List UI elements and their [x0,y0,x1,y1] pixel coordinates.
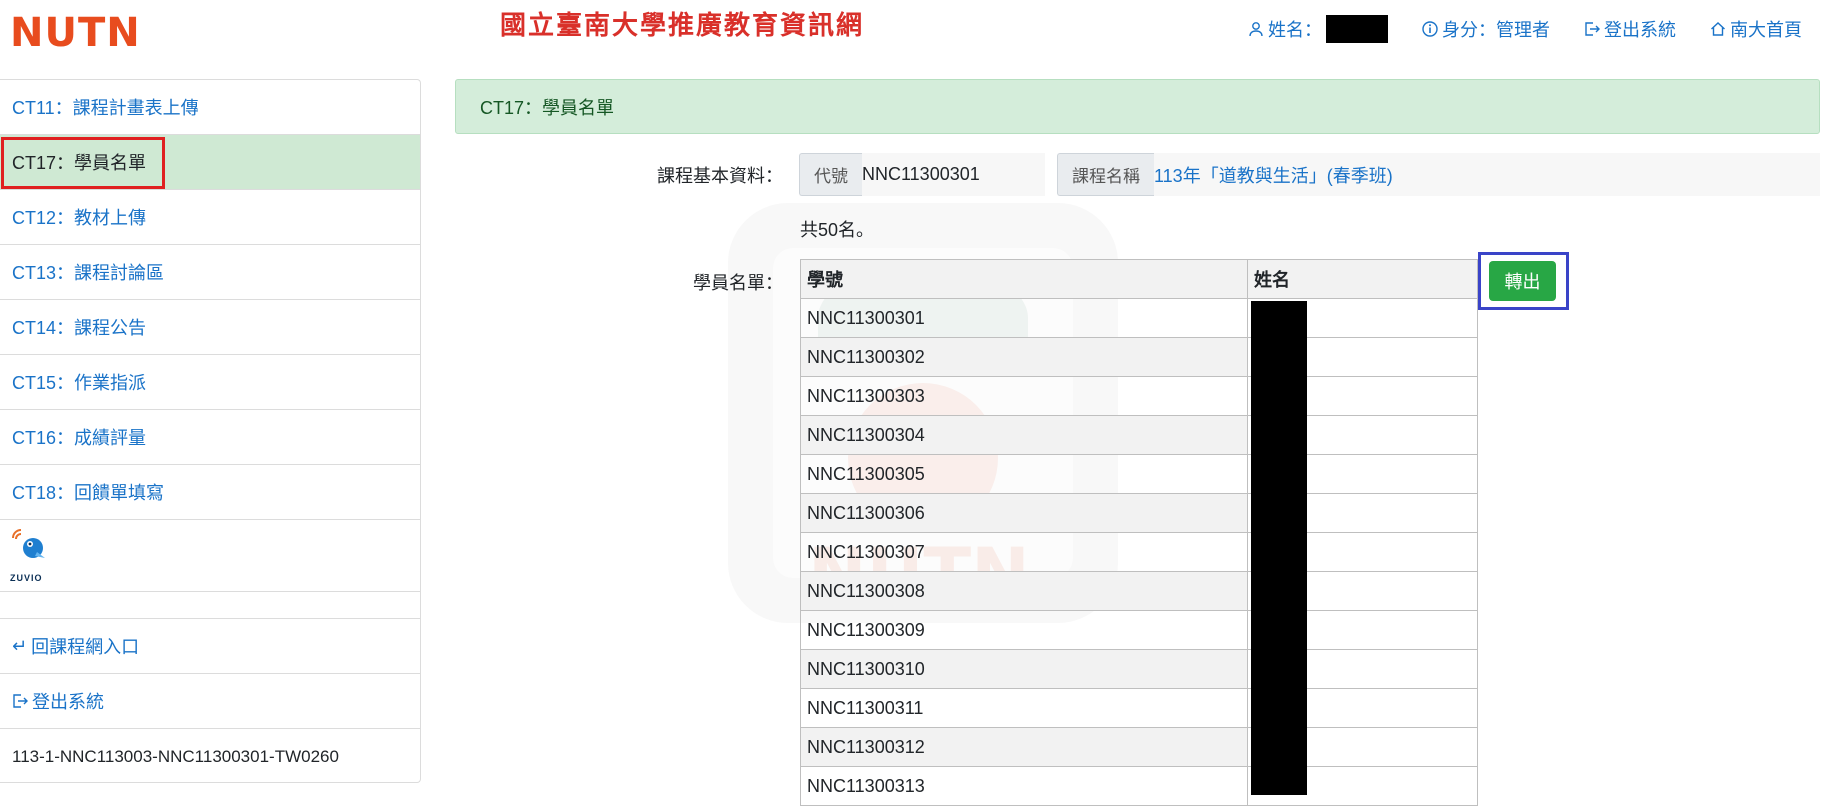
user-name-label: 姓名： [1268,20,1322,40]
sidebar-item-ct12[interactable]: CT12：教材上傳 [0,190,420,245]
active-item-highlight [1,137,165,189]
site-title: 國立臺南大學推廣教育資訊網 [500,11,865,41]
student-id-cell: NNC11300313 [800,766,1248,806]
table-row: NNC11300311 [800,688,1478,728]
logout-icon [1585,22,1600,36]
top-header: NUTN 國立臺南大學推廣教育資訊網 姓名： 身分：管理者 登出系統 南大首頁 [0,0,1832,75]
sidebar-logout-label[interactable]: 登出系統 [32,688,104,714]
table-row: NNC11300303 [800,376,1478,416]
zuvio-logo-icon[interactable] [10,528,50,574]
table-row: NNC11300301 [800,298,1478,338]
table-row: NNC11300307 [800,532,1478,572]
table-row: NNC11300304 [800,415,1478,455]
header-student-name: 姓名 [1247,259,1478,299]
course-code-text: 113-1-NNC113003-NNC11300301-TW0260 [12,746,339,766]
top-logout-label[interactable]: 登出系統 [1604,16,1676,42]
student-id-cell: NNC11300305 [800,454,1248,494]
student-id-cell: NNC11300304 [800,415,1248,455]
basic-info-label: 課程基本資料： [657,166,783,186]
sidebar-item-ct13[interactable]: CT13：課程討論區 [0,245,420,300]
role-display: 身分：管理者 [1422,16,1550,42]
code-value: NNC11300301 [862,153,1045,196]
top-nav: 姓名： 身分：管理者 登出系統 南大首頁 [1248,15,1802,43]
header-student-id: 學號 [800,259,1248,299]
user-icon [1249,22,1263,37]
sidebar-item-ct11[interactable]: CT11：課程計畫表上傳 [0,80,420,135]
name-prefix: 課程名稱 [1057,153,1154,196]
role-label: 身分：管理者 [1442,20,1550,40]
user-name-redacted [1326,15,1388,43]
info-icon [1422,21,1438,37]
table-row: NNC11300302 [800,337,1478,377]
back-to-course-portal-link[interactable]: ↵ 回課程網入口 [0,619,420,674]
sidebar-item-ct16[interactable]: CT16：成績評量 [0,410,420,465]
top-logout-link[interactable]: 登出系統 [1584,16,1676,42]
page-title: CT17：學員名單 [480,97,615,118]
table-row: NNC11300310 [800,649,1478,689]
zuvio-label: ZUVIO [10,573,43,583]
roster-body: NNC11300301 NNC11300302 NNC11300303 NNC1130… [800,298,1478,806]
main-panel: CT17：學員名單 [455,79,1820,134]
course-name-field: 課程名稱 113年「道教與生活」(春季班) [1057,153,1820,196]
sidebar-item-ct18[interactable]: CT18：回饋單填寫 [0,465,420,520]
table-row: NNC11300305 [800,454,1478,494]
student-id-cell: NNC11300310 [800,649,1248,689]
sidebar-item-label[interactable]: CT16：成績評量 [12,424,146,450]
student-id-cell: NNC11300312 [800,727,1248,767]
student-id-cell: NNC11300307 [800,532,1248,572]
sidebar-item-label[interactable]: CT14：課程公告 [12,314,146,340]
table-row: NNC11300313 [800,766,1478,806]
table-row: NNC11300306 [800,493,1478,533]
student-id-cell: NNC11300311 [800,688,1248,728]
course-code-field: 代號 NNC11300301 [799,153,1045,196]
page-title-banner: CT17：學員名單 [455,79,1820,134]
home-link[interactable]: 南大首頁 [1710,16,1802,42]
total-count: 共50名。 [800,220,875,240]
names-redacted-block [1251,301,1307,795]
student-id-cell: NNC11300303 [800,376,1248,416]
sidebar-item-label[interactable]: CT12：教材上傳 [12,204,146,230]
home-icon [1711,22,1725,36]
back-label[interactable]: 回課程網入口 [31,633,139,659]
sidebar-item-label[interactable]: CT13：課程討論區 [12,259,164,285]
student-id-cell: NNC11300306 [800,493,1248,533]
roster-label: 學員名單： [693,273,783,293]
sidebar: CT11：課程計畫表上傳 CT17：學員名單 CT12：教材上傳 CT13：課程… [0,79,421,783]
sidebar-item-label[interactable]: CT15：作業指派 [12,369,146,395]
table-row: NNC11300312 [800,727,1478,767]
table-row: NNC11300308 [800,571,1478,611]
return-arrow-icon: ↵ [12,635,28,656]
student-id-cell: NNC11300301 [800,298,1248,338]
sidebar-item-ct14[interactable]: CT14：課程公告 [0,300,420,355]
student-roster-table: 學號 姓名 NNC11300301 NNC11300302 NNC11300303 N… [800,259,1478,806]
nutn-logo[interactable]: NUTN [10,10,141,56]
code-prefix: 代號 [799,153,862,196]
sidebar-spacer [0,592,420,619]
sidebar-item-label[interactable]: CT11：課程計畫表上傳 [12,94,199,120]
sidebar-item-label[interactable]: CT18：回饋單填寫 [12,479,164,505]
export-button[interactable]: 轉出 [1489,261,1556,301]
zuvio-link[interactable]: ZUVIO [0,520,420,592]
export-highlight: 轉出 [1478,252,1569,310]
table-header-row: 學號 姓名 [800,259,1478,299]
user-name-display: 姓名： [1248,15,1388,43]
sidebar-logout-link[interactable]: 登出系統 [0,674,420,729]
sidebar-item-ct15[interactable]: CT15：作業指派 [0,355,420,410]
table-row: NNC11300309 [800,610,1478,650]
sidebar-item-ct17[interactable]: CT17：學員名單 [0,135,420,190]
student-id-cell: NNC11300302 [800,337,1248,377]
student-id-cell: NNC11300308 [800,571,1248,611]
home-label[interactable]: 南大首頁 [1730,16,1802,42]
course-name-value[interactable]: 113年「道教與生活」(春季班) [1154,153,1820,196]
logout-icon [13,694,28,708]
student-id-cell: NNC11300309 [800,610,1248,650]
